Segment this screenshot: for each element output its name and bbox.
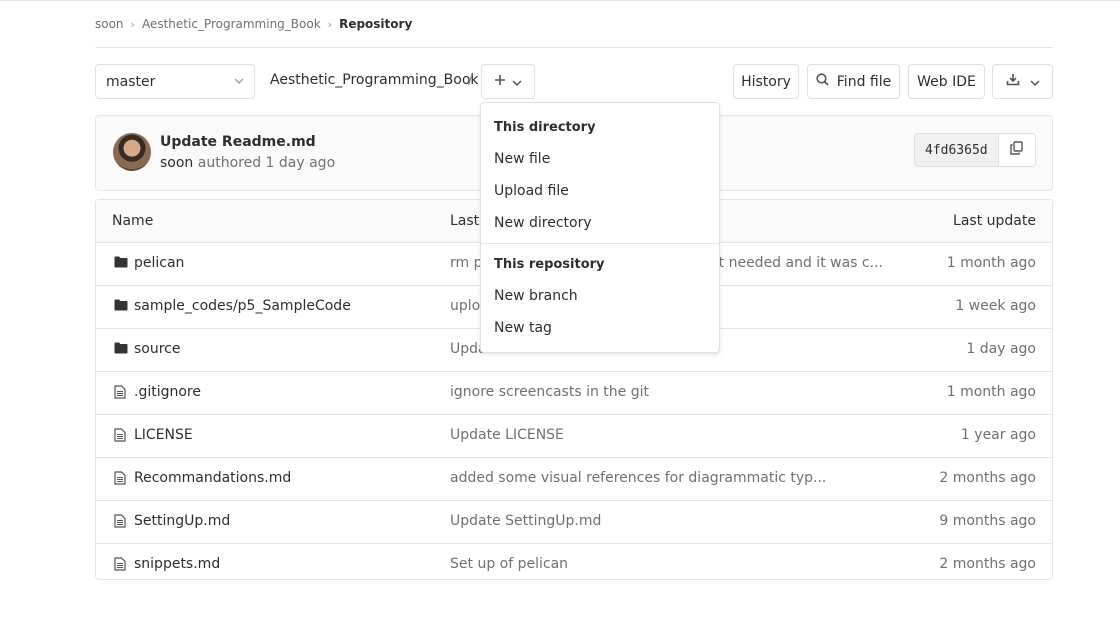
folder-icon	[114, 342, 128, 356]
file-name: LICENSE	[134, 427, 193, 443]
top-divider	[0, 0, 1120, 1]
breadcrumb-project[interactable]: Aesthetic_Programming_Book	[142, 17, 321, 31]
table-row: SettingUp.md Update SettingUp.md 9 months …	[96, 501, 1052, 544]
commit-message-link[interactable]: ignore screencasts in the git	[450, 384, 649, 400]
file-icon	[114, 557, 128, 571]
copy-icon	[1010, 141, 1023, 159]
chevron-right-icon: ›	[327, 17, 333, 31]
file-name-link[interactable]: SettingUp.md	[114, 513, 230, 529]
breadcrumb: soon › Aesthetic_Programming_Book › Repo…	[95, 14, 412, 34]
table-row: snippets.md Set up of pelican 2 months ago	[96, 544, 1052, 586]
path-separator: /	[468, 72, 473, 88]
find-file-button[interactable]: Find file	[807, 64, 900, 99]
breadcrumb-user[interactable]: soon	[95, 17, 124, 31]
last-update-time: 2 months ago	[939, 470, 1036, 486]
menu-item-upload-file[interactable]: Upload file	[494, 183, 569, 199]
plus-icon	[494, 74, 506, 90]
commit-author[interactable]: soon	[160, 155, 193, 171]
file-icon	[114, 514, 128, 528]
dropdown-header-directory: This directory	[494, 120, 596, 135]
file-icon	[114, 385, 128, 399]
search-icon	[816, 73, 829, 90]
download-icon	[1006, 73, 1020, 90]
branch-name: master	[106, 73, 156, 90]
file-name-link[interactable]: LICENSE	[114, 427, 193, 443]
column-name: Name	[112, 213, 154, 229]
folder-icon	[114, 256, 128, 270]
last-update-time: 9 months ago	[939, 513, 1036, 529]
file-name-link[interactable]: pelican	[114, 255, 184, 271]
file-name: SettingUp.md	[134, 513, 231, 529]
copy-sha-button[interactable]	[998, 133, 1036, 167]
history-button[interactable]: History	[733, 64, 799, 99]
table-row: Recommandations.md added some visual refe…	[96, 458, 1052, 501]
commit-title[interactable]: Update Readme.md	[160, 134, 316, 150]
table-row: .gitignore ignore screencasts in the git 1…	[96, 372, 1052, 415]
header-divider	[95, 47, 1053, 48]
chevron-right-icon: ›	[130, 17, 135, 31]
file-name: pelican	[134, 255, 185, 271]
menu-item-new-file[interactable]: New file	[494, 151, 550, 167]
commit-message-link[interactable]: Update SettingUp.md	[450, 513, 601, 529]
chevron-down-icon	[512, 74, 522, 90]
last-update-time: 2 months ago	[939, 556, 1036, 572]
download-dropdown-button[interactable]	[992, 64, 1053, 99]
commit-message-link[interactable]: added some visual references for diagram…	[450, 470, 826, 486]
web-ide-button[interactable]: Web IDE	[908, 64, 985, 99]
chevron-down-icon	[1029, 74, 1040, 90]
file-name-link[interactable]: source	[114, 341, 181, 357]
find-file-label: Find file	[836, 73, 892, 90]
file-icon	[114, 428, 128, 442]
add-dropdown-button[interactable]	[481, 64, 535, 99]
menu-item-new-branch[interactable]: New branch	[494, 288, 578, 304]
file-name-link[interactable]: .gitignore	[114, 384, 201, 400]
branch-select[interactable]: master	[95, 64, 255, 99]
commit-message-link[interactable]: Set up of pelican	[450, 556, 568, 572]
menu-item-new-directory[interactable]: New directory	[494, 215, 592, 231]
file-name: sample_codes/p5_SampleCode	[134, 298, 351, 314]
avatar[interactable]	[113, 133, 151, 171]
path-root-link[interactable]: Aesthetic_Programming_Book	[270, 72, 479, 88]
chevron-down-icon	[234, 76, 244, 87]
file-name: snippets.md	[134, 556, 221, 572]
commit-message-link[interactable]: Update LICENSE	[450, 427, 564, 443]
file-name-link[interactable]: snippets.md	[114, 556, 220, 572]
table-row: LICENSE Update LICENSE 1 year ago	[96, 415, 1052, 458]
file-name: Recommandations.md	[134, 470, 292, 486]
last-update-time: 1 month ago	[946, 255, 1036, 271]
commit-meta: soon authored 1 day ago	[160, 155, 335, 171]
last-update-time: 1 year ago	[960, 427, 1036, 443]
add-dropdown-menu: This directory New file Upload file New …	[480, 102, 720, 353]
file-name-link[interactable]: sample_codes/p5_SampleCode	[114, 298, 351, 314]
file-name-link[interactable]: Recommandations.md	[114, 470, 291, 486]
dropdown-header-repository: This repository	[494, 257, 605, 272]
file-name: .gitignore	[134, 384, 201, 400]
commit-sha[interactable]: 4fd6365d	[914, 133, 999, 167]
commit-authored-time: authored 1 day ago	[197, 155, 336, 171]
commit-sha-group: 4fd6365d	[914, 133, 1036, 167]
file-name: source	[134, 341, 181, 357]
last-update-time: 1 week ago	[955, 298, 1036, 314]
dropdown-divider	[481, 243, 719, 244]
column-last-update: Last update	[953, 213, 1036, 229]
folder-icon	[114, 299, 128, 313]
menu-item-new-tag[interactable]: New tag	[494, 320, 552, 336]
last-update-time: 1 day ago	[966, 341, 1036, 357]
breadcrumb-current[interactable]: Repository	[339, 17, 412, 31]
file-icon	[114, 471, 128, 485]
last-update-time: 1 month ago	[946, 384, 1036, 400]
